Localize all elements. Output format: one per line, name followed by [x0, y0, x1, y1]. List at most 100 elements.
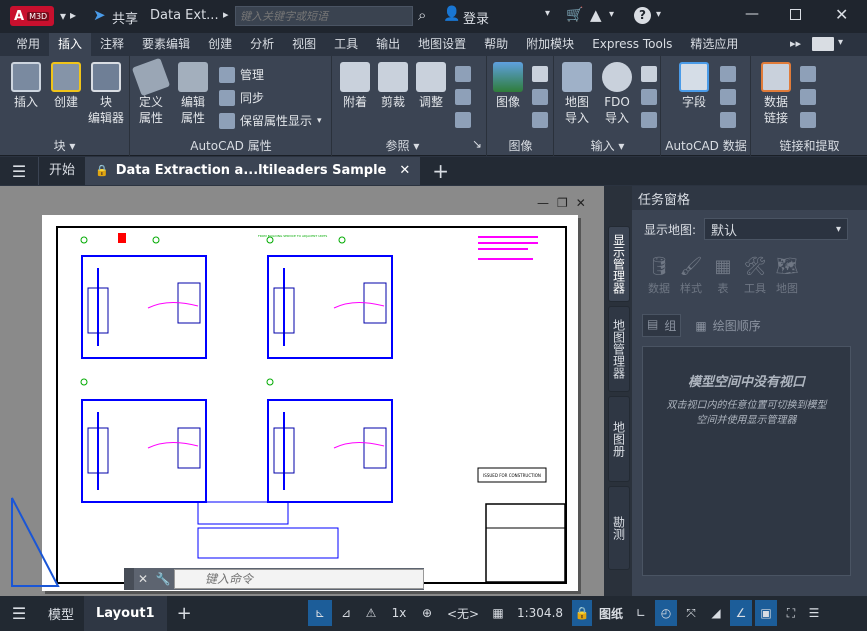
user-icon[interactable]: 👤: [443, 6, 460, 22]
command-input[interactable]: [174, 569, 424, 589]
import-tool-3-icon[interactable]: [641, 112, 657, 128]
quick-access-more-icon[interactable]: ▸: [70, 8, 76, 22]
viewport-minimize-icon[interactable]: —: [537, 196, 549, 210]
osnap-icon[interactable]: ⤧: [680, 600, 702, 626]
annotation-scale-icon[interactable]: ⚠: [360, 600, 382, 626]
ribbon-tab-13[interactable]: 精选应用: [681, 33, 747, 56]
create-block-button[interactable]: 创建: [46, 62, 86, 110]
selection-cycle-icon[interactable]: ▣: [755, 600, 777, 626]
app-logo[interactable]: A M3D: [10, 6, 54, 26]
viewport-restore-icon[interactable]: ❐: [557, 196, 568, 210]
polar-icon[interactable]: ◴: [655, 600, 677, 626]
ribbon-tab-5[interactable]: 分析: [241, 33, 283, 56]
ref-tool-2-icon[interactable]: [455, 89, 471, 105]
share-button[interactable]: 共享: [112, 8, 138, 27]
block-group-label[interactable]: 块 ▾: [0, 137, 129, 154]
fullscreen-icon[interactable]: ⛶: [780, 600, 802, 626]
cart-icon[interactable]: 🛒: [566, 7, 583, 23]
customize-menu-icon[interactable]: ☰: [805, 600, 823, 626]
import-tool-1-icon[interactable]: [641, 66, 657, 82]
draw-order-icon[interactable]: ▦: [695, 319, 706, 333]
field-button[interactable]: 字段: [674, 62, 714, 110]
fdo-import-button[interactable]: FDO 导入: [597, 62, 637, 126]
vtab-survey[interactable]: 勘测: [608, 486, 630, 570]
ribbon-tab-3[interactable]: 要素编辑: [133, 33, 199, 56]
image-tool-1-icon[interactable]: [532, 66, 548, 82]
add-layout-button[interactable]: +: [167, 603, 202, 624]
tool-database[interactable]: 🛢 数据: [644, 256, 674, 296]
ribbon-tab-2[interactable]: 注释: [91, 33, 133, 56]
vtab-map-book[interactable]: 地图册: [608, 396, 630, 482]
image-button[interactable]: 图像: [490, 62, 526, 110]
tool-brush[interactable]: 🖌 样式: [676, 256, 706, 296]
manage-attributes-button[interactable]: 管理: [219, 66, 264, 83]
ref-tool-3-icon[interactable]: [455, 112, 471, 128]
draw-order-label[interactable]: 绘图顺序: [713, 317, 761, 334]
adjust-button[interactable]: 调整: [413, 62, 449, 110]
ribbon-tab-6[interactable]: 视图: [283, 33, 325, 56]
vtab-display-manager[interactable]: 显示管理器: [608, 226, 630, 302]
map-import-button[interactable]: 地图 导入: [557, 62, 597, 126]
close-icon[interactable]: ✕: [835, 5, 848, 24]
paper-model-toggle-icon[interactable]: ⊾: [308, 600, 332, 626]
ribbon-tab-9[interactable]: 地图设置: [409, 33, 475, 56]
viewport-close-icon[interactable]: ✕: [576, 196, 586, 210]
link-tool-3-icon[interactable]: [800, 112, 816, 128]
drawing-canvas[interactable]: FROM BUILDING SERVICE TO ADJACENT UNITS …: [0, 186, 604, 596]
grid-toggle-icon[interactable]: ⊿: [335, 600, 357, 626]
ribbon-overflow-icon[interactable]: ▸▸: [790, 37, 801, 50]
viewport-scale-icon[interactable]: ▦: [488, 600, 508, 626]
minimize-icon[interactable]: —: [745, 6, 759, 22]
tab-start[interactable]: 开始: [38, 157, 85, 185]
title-more-icon[interactable]: ▸: [223, 8, 229, 21]
data-tool-1-icon[interactable]: [720, 66, 736, 82]
import-tool-2-icon[interactable]: [641, 89, 657, 105]
login-dropdown-icon[interactable]: ▾: [545, 8, 550, 19]
sync-attributes-button[interactable]: 同步: [219, 89, 264, 106]
retain-display-button[interactable]: 保留属性显示 ▾: [219, 112, 322, 129]
otrack-icon[interactable]: ◢: [705, 600, 727, 626]
link-tool-2-icon[interactable]: [800, 89, 816, 105]
attach-button[interactable]: 附着: [337, 62, 373, 110]
ribbon-minimize-icon[interactable]: [812, 37, 834, 51]
share-icon[interactable]: ➤: [93, 6, 106, 24]
block-editor-button[interactable]: 块 编辑器: [86, 62, 126, 126]
ribbon-tab-11[interactable]: 附加模块: [517, 33, 583, 56]
tab-model[interactable]: 模型: [38, 604, 84, 623]
help-dropdown-icon[interactable]: ▾: [656, 9, 661, 20]
ribbon-tab-0[interactable]: 常用: [7, 33, 49, 56]
tool-map[interactable]: 🗺 地图: [772, 256, 802, 296]
group-button[interactable]: ▤ 组: [642, 314, 682, 337]
layout-menu-icon[interactable]: ☰: [0, 604, 38, 623]
ribbon-tab-8[interactable]: 输出: [367, 33, 409, 56]
vtab-map-explorer[interactable]: 地图管理器: [608, 306, 630, 392]
image-tool-3-icon[interactable]: [532, 112, 548, 128]
ref-tool-1-icon[interactable]: [455, 66, 471, 82]
tool-tools[interactable]: 🛠 工具: [740, 256, 770, 296]
data-tool-2-icon[interactable]: [720, 89, 736, 105]
scale-1x[interactable]: 1x: [385, 600, 413, 626]
ortho-icon[interactable]: ∟: [630, 600, 652, 626]
coordinate-system[interactable]: <无>: [441, 600, 485, 626]
paper-button[interactable]: 图纸: [595, 600, 627, 626]
hamburger-menu-icon[interactable]: ☰: [0, 162, 38, 181]
lock-viewport-icon[interactable]: 🔒: [572, 600, 592, 626]
autodesk-dropdown-icon[interactable]: ▾: [609, 9, 614, 20]
tool-table[interactable]: ▦ 表: [708, 256, 738, 296]
ribbon-options-icon[interactable]: ▾: [838, 37, 843, 48]
tab-active-drawing[interactable]: 🔒 Data Extraction a...ltileaders Sample …: [85, 157, 421, 185]
search-icon[interactable]: ⌕: [418, 6, 426, 24]
link-tool-1-icon[interactable]: [800, 66, 816, 82]
ribbon-tab-10[interactable]: 帮助: [475, 33, 517, 56]
search-input[interactable]: [235, 6, 413, 26]
lineweight-icon[interactable]: ∠: [730, 600, 752, 626]
save-icon[interactable]: ▾: [60, 9, 66, 23]
command-tools-icon[interactable]: 🔧: [152, 572, 174, 586]
display-map-select[interactable]: 默认 ▾: [704, 218, 849, 240]
import-group-label[interactable]: 输入 ▾: [555, 137, 660, 154]
image-tool-2-icon[interactable]: [532, 89, 548, 105]
ribbon-tab-4[interactable]: 创建: [199, 33, 241, 56]
autodesk-icon[interactable]: ▲: [590, 6, 602, 24]
login-button[interactable]: 登录: [463, 8, 489, 27]
maximize-icon[interactable]: [790, 9, 801, 20]
